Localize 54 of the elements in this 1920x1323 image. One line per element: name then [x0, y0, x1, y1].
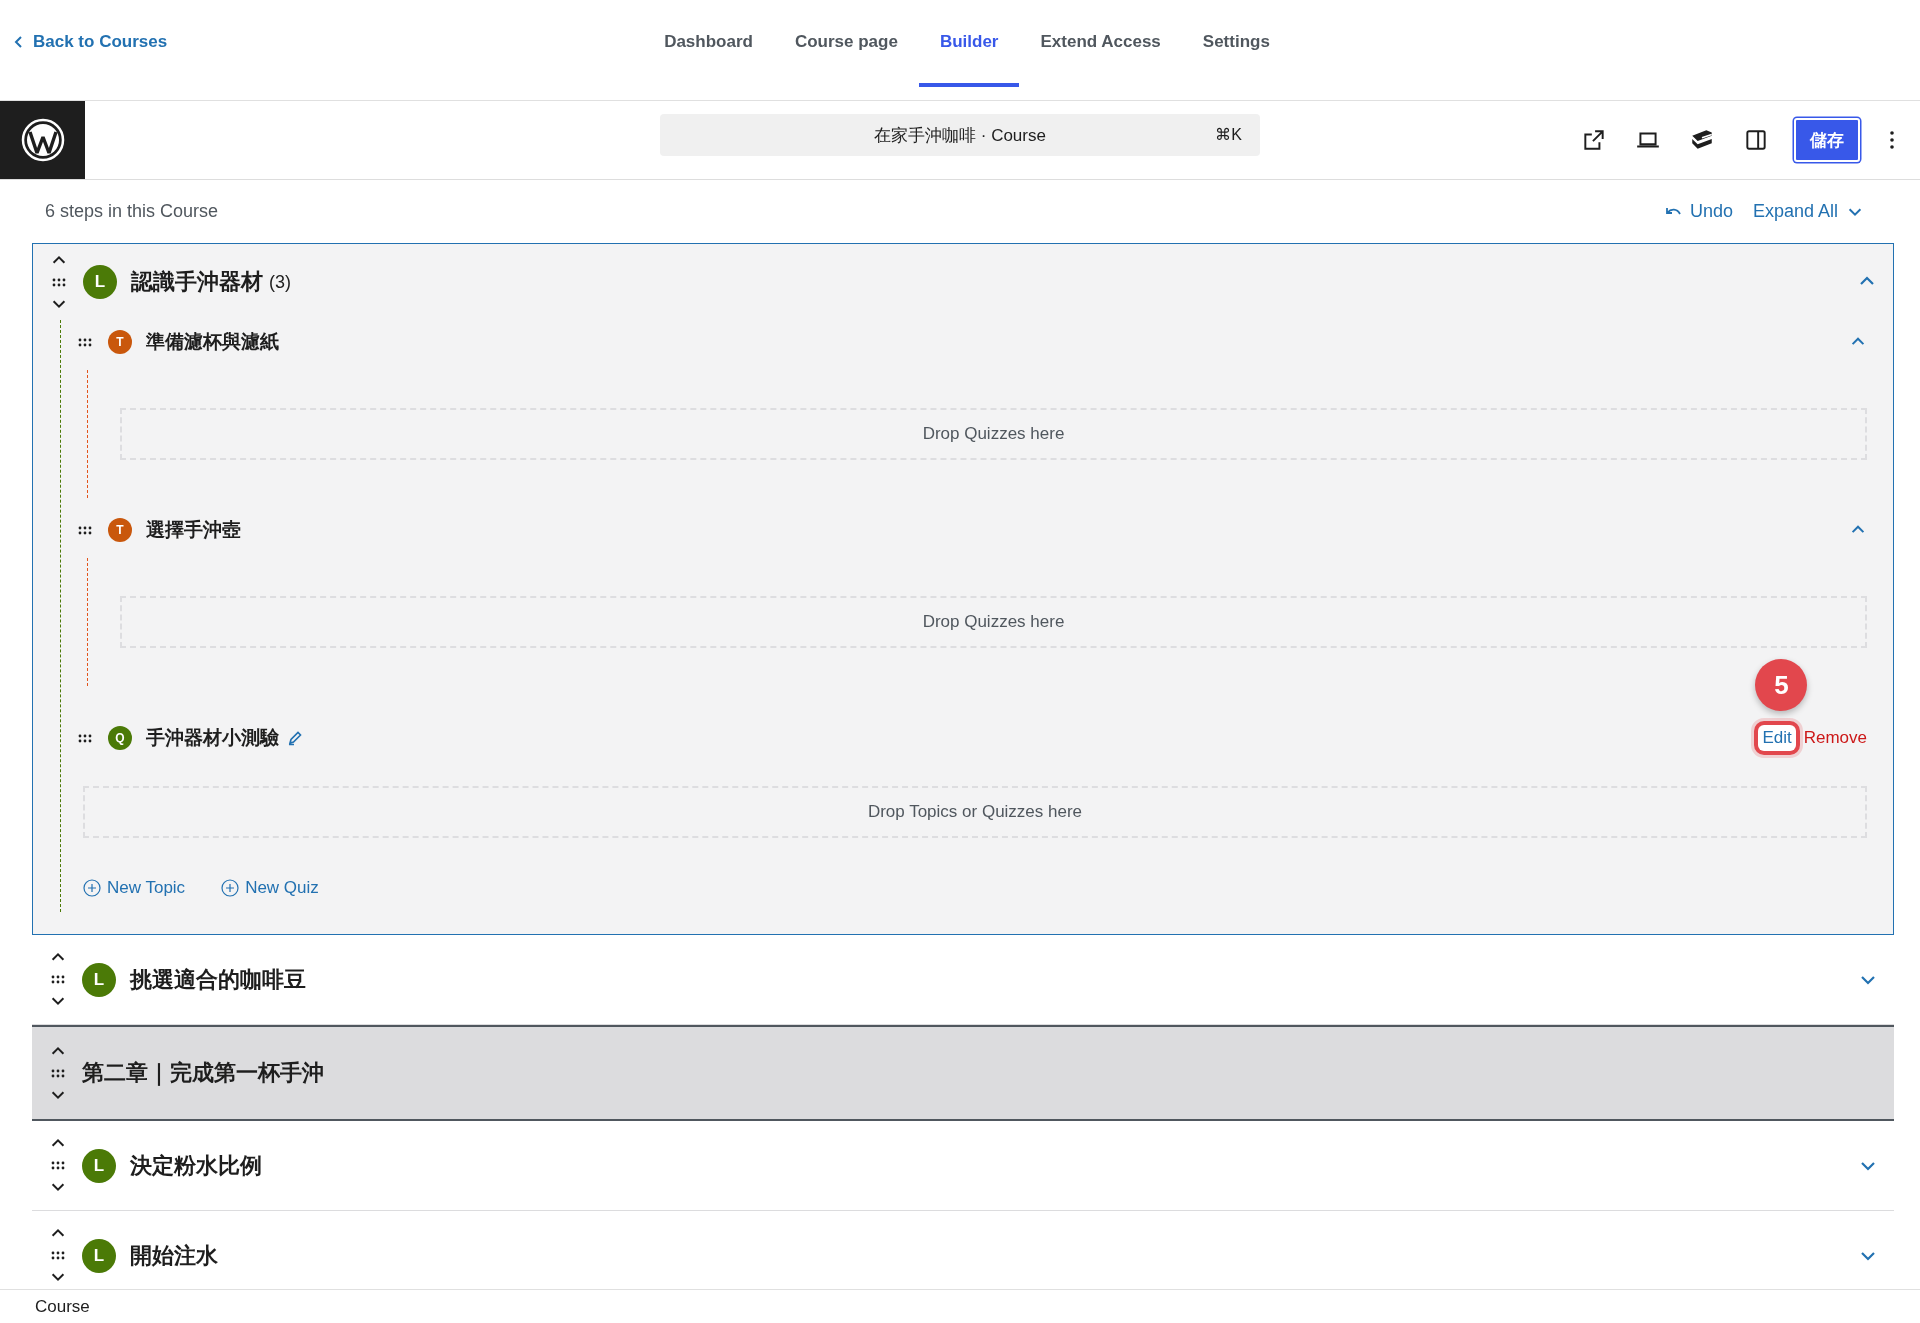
tab[interactable]: Extend Access — [1019, 0, 1182, 87]
lesson-title[interactable]: 決定粉水比例 — [130, 1150, 262, 1181]
drop-zone: Drop Quizzes here — [120, 408, 1867, 460]
command-bar[interactable]: 在家手沖咖啡 · Course ⌘K — [660, 114, 1260, 156]
lesson-title[interactable]: 開始注水 — [130, 1240, 218, 1271]
drag-handle-icon[interactable] — [51, 1161, 65, 1170]
topic-title[interactable]: 選擇手沖壺 — [146, 517, 241, 543]
steps-count: 6 steps in this Course — [45, 201, 219, 222]
drag-handle-icon[interactable] — [52, 277, 66, 287]
topic-badge: T — [108, 330, 132, 354]
chevron-left-icon — [14, 35, 23, 49]
drag-handle-icon[interactable] — [51, 1251, 65, 1260]
drag-handle-icon[interactable] — [51, 975, 65, 984]
drag-handle-icon[interactable] — [51, 1068, 65, 1078]
plus-circle-icon — [221, 879, 240, 897]
step-count: (3) — [269, 271, 291, 293]
section-title: 第二章｜完成第一杯手沖 — [82, 1059, 324, 1088]
tab[interactable]: Dashboard — [643, 0, 774, 87]
drop-zone: Drop Topics or Quizzes here — [83, 786, 1867, 838]
lesson-badge: L — [82, 1148, 116, 1183]
remove-link[interactable]: Remove — [1803, 728, 1867, 748]
keyboard-shortcut: ⌘K — [1215, 125, 1242, 144]
drag-handle-icon[interactable] — [78, 337, 92, 347]
step-number-badge: 5 — [1755, 659, 1808, 711]
tab[interactable]: Builder — [918, 0, 1020, 87]
topic-title[interactable]: 準備濾杯與濾紙 — [146, 329, 279, 355]
wordpress-logo[interactable] — [0, 101, 85, 179]
pencil-icon — [287, 730, 303, 746]
sidebar-panel-icon — [1743, 127, 1769, 153]
topic-badge: T — [108, 518, 132, 542]
external-link-icon — [1581, 127, 1607, 153]
lesson-badge: L — [83, 265, 117, 299]
lesson-title[interactable]: 認識手沖器材 — [131, 267, 263, 297]
lesson-badge: L — [82, 962, 116, 997]
vertical-dots-icon — [1890, 130, 1894, 150]
lesson-badge: L — [82, 1238, 116, 1273]
tab[interactable]: Course page — [773, 0, 919, 87]
quiz-badge: Q — [108, 726, 132, 750]
drag-handle-icon[interactable] — [78, 525, 92, 535]
add-button[interactable]: New Topic — [83, 864, 186, 912]
tab[interactable]: Settings — [1181, 0, 1291, 87]
save-button[interactable]: 儲存 — [1794, 118, 1860, 162]
quiz-title[interactable]: 手沖器材小測驗 — [146, 725, 279, 751]
back-link[interactable]: Back to Courses — [14, 32, 168, 52]
drag-handle-icon[interactable] — [78, 733, 92, 743]
wordpress-logo-icon — [20, 118, 65, 162]
expand-all-button[interactable]: Expand All — [1752, 201, 1864, 222]
breadcrumb-text: Course — [35, 1296, 90, 1317]
plus-circle-icon — [83, 879, 101, 897]
rename-button[interactable] — [287, 730, 303, 746]
add-button[interactable]: New Quiz — [221, 864, 319, 912]
lesson-title[interactable]: 挑選適合的咖啡豆 — [130, 964, 306, 995]
drop-zone: Drop Quizzes here — [120, 596, 1867, 648]
undo-button[interactable]: Undo — [1664, 201, 1733, 222]
